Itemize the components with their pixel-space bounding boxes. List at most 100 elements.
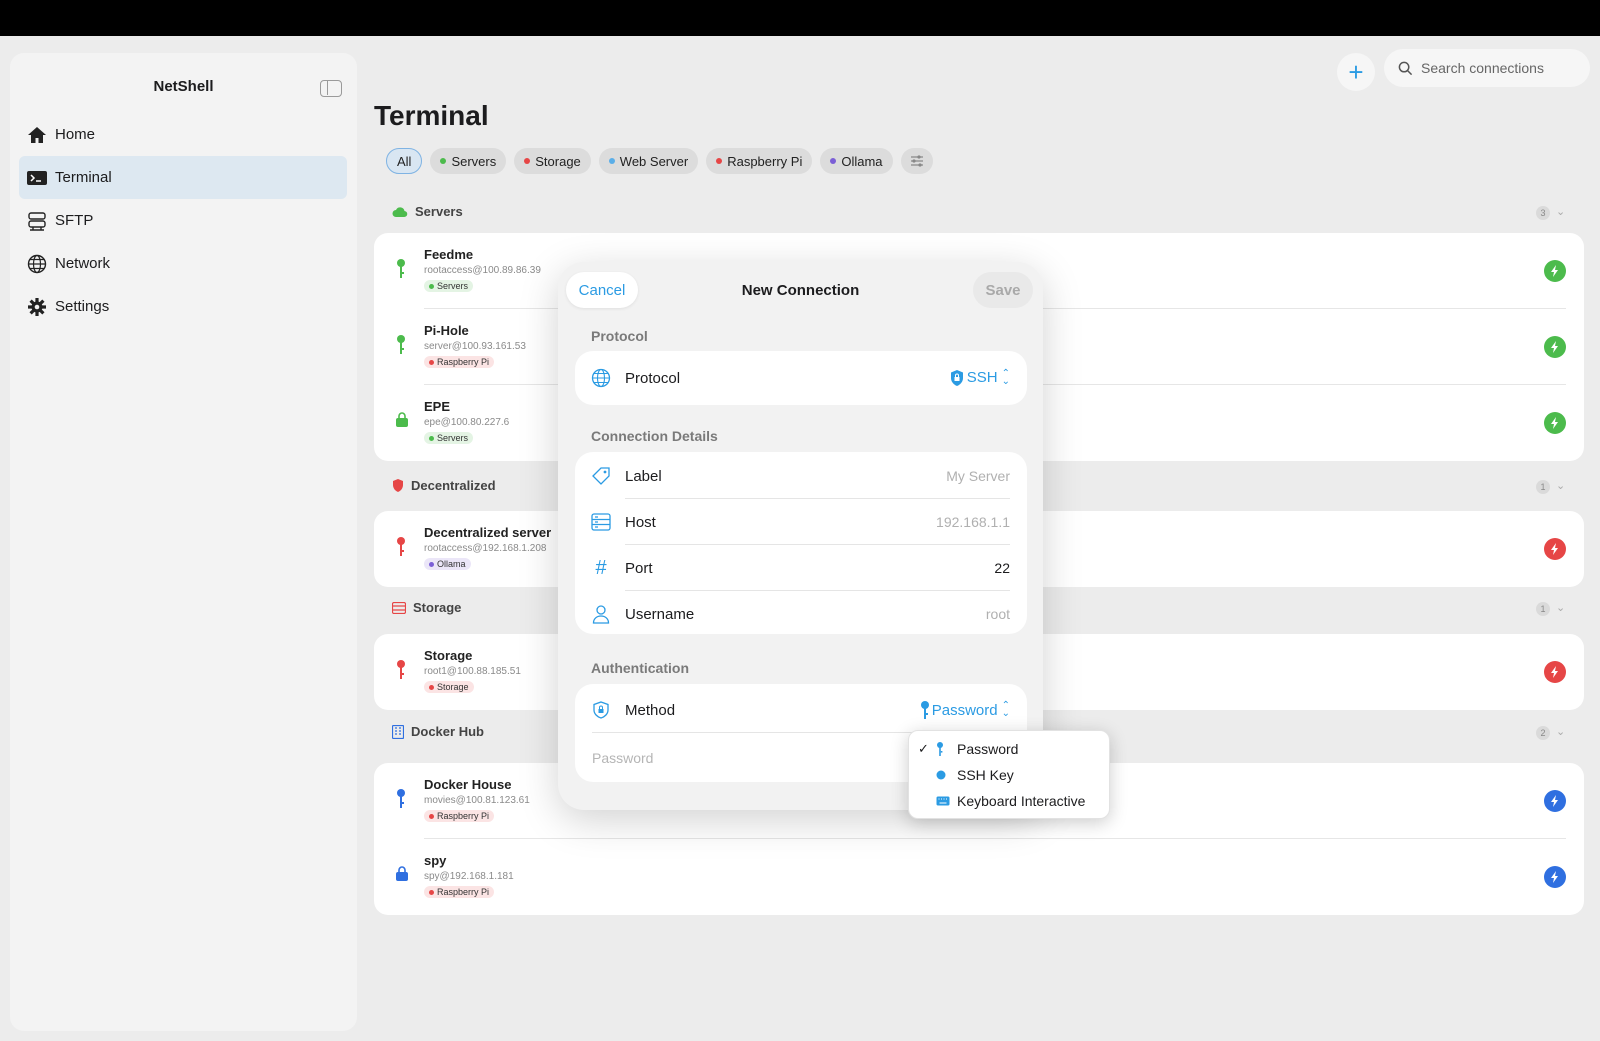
host-field[interactable]: Host 192.168.1.1: [575, 499, 1027, 545]
section-header-decentralized[interactable]: Decentralized: [392, 478, 496, 493]
chevron-down-icon[interactable]: ⌄: [1556, 479, 1565, 492]
label-input[interactable]: My Server: [946, 468, 1010, 484]
section-header-servers[interactable]: Servers: [392, 204, 463, 219]
menu-item-ssh-key[interactable]: SSH Key: [909, 762, 1109, 788]
filter-options-button[interactable]: [900, 148, 933, 174]
filter-chip-all[interactable]: All: [386, 148, 423, 174]
gear-icon: [27, 297, 47, 317]
filter-chip-storage[interactable]: Storage: [514, 148, 591, 174]
section-header-docker-hub[interactable]: Docker Hub: [392, 724, 484, 739]
key-icon: [396, 537, 406, 562]
connect-bolt-icon[interactable]: [1544, 790, 1566, 812]
connect-bolt-icon[interactable]: [1544, 866, 1566, 888]
filter-chip-servers[interactable]: Servers: [430, 148, 507, 174]
connection-row-spy[interactable]: spy spy@192.168.1.181 Raspberry Pi: [374, 839, 1584, 915]
menu-item-password[interactable]: ✓ Password: [909, 736, 1109, 762]
page-title: Terminal: [374, 100, 489, 131]
sidebar-item-terminal[interactable]: Terminal: [19, 156, 347, 199]
section-count: 1: [1536, 602, 1550, 616]
search-icon: [1398, 61, 1413, 75]
connection-name: EPE: [424, 399, 451, 414]
auth-method-menu: ✓ Password SSH Key Keyboard Interactive: [908, 730, 1110, 819]
number-sign-icon: #: [595, 556, 607, 579]
house-icon: [27, 125, 47, 145]
sliders-icon: [910, 155, 923, 167]
sidebar-nav: Home Terminal SFTP Network Settings: [19, 113, 347, 328]
connect-bolt-icon[interactable]: [1544, 260, 1566, 282]
sidebar-item-settings[interactable]: Settings: [19, 285, 347, 328]
sidebar-item-home[interactable]: Home: [19, 113, 347, 156]
username-field[interactable]: Username root: [575, 591, 1027, 637]
connection-address: epe@100.80.227.6: [424, 417, 510, 428]
field-label: Protocol: [625, 370, 681, 387]
sidebar-item-sftp[interactable]: SFTP: [19, 199, 347, 242]
new-connection-dialog: Cancel New Connection Save Protocol Prot…: [558, 262, 1043, 810]
chevron-updown-icon: ⌃ ⌄: [1001, 367, 1010, 387]
connection-name: Pi-Hole: [424, 323, 469, 338]
sidebar-item-label: Settings: [55, 298, 110, 315]
filter-chips: All Servers Storage Web Server Raspberry…: [386, 148, 933, 174]
chevron-down-icon[interactable]: ⌄: [1556, 725, 1565, 738]
port-input[interactable]: 22: [994, 560, 1010, 576]
connection-address: spy@192.168.1.181: [424, 871, 514, 882]
field-label: Host: [625, 514, 656, 531]
filter-chip-ollama[interactable]: Ollama: [820, 148, 893, 174]
connection-tag: Raspberry Pi: [424, 810, 495, 822]
connection-address: rootaccess@100.89.86.39: [424, 265, 541, 276]
connect-bolt-icon[interactable]: [1544, 412, 1566, 434]
sidebar-item-label: Network: [55, 255, 111, 272]
save-button[interactable]: Save: [973, 272, 1033, 308]
checkmark-icon: ✓: [918, 741, 929, 756]
chevron-down-icon[interactable]: ⌄: [1556, 601, 1565, 614]
group-label-protocol: Protocol: [591, 328, 648, 344]
connection-name: Decentralized server: [424, 525, 552, 540]
color-dot: [524, 158, 531, 164]
host-input[interactable]: 192.168.1.1: [936, 514, 1010, 530]
sidebar-item-label: Home: [55, 126, 96, 143]
add-connection-button[interactable]: +: [1337, 53, 1375, 91]
filter-chip-raspberry-pi[interactable]: Raspberry Pi: [706, 148, 813, 174]
plus-icon: +: [1348, 57, 1364, 87]
connection-details-group: Label My Server Host 192.168.1.1 # Port …: [575, 452, 1027, 634]
connect-bolt-icon[interactable]: [1544, 538, 1566, 560]
sidebar-item-network[interactable]: Network: [19, 242, 347, 285]
shield-lock-icon: [591, 700, 611, 720]
port-field[interactable]: # Port 22: [575, 545, 1027, 591]
color-dot: [608, 158, 615, 164]
connection-address: movies@100.81.123.61: [424, 795, 530, 806]
app-title: NetShell: [153, 78, 214, 95]
menu-item-keyboard-interactive[interactable]: Keyboard Interactive: [909, 788, 1109, 814]
method-select[interactable]: Password ⌃ ⌄: [920, 701, 1010, 719]
group-label-authentication: Authentication: [591, 660, 689, 676]
method-field[interactable]: Method Password ⌃ ⌄: [575, 687, 1027, 733]
connection-address: rootaccess@192.168.1.208: [424, 543, 547, 554]
ssh-key-icon: [936, 770, 946, 780]
password-input[interactable]: Password: [592, 750, 653, 766]
connection-tag: Ollama: [424, 558, 471, 570]
section-count: 2: [1536, 726, 1550, 740]
chevron-down-icon[interactable]: ⌄: [1556, 205, 1565, 218]
field-label: Port: [625, 560, 653, 577]
username-input[interactable]: root: [986, 606, 1010, 622]
sidebar: NetShell Home Terminal SFTP Network Sett…: [10, 53, 357, 1031]
section-header-storage[interactable]: Storage: [392, 600, 461, 615]
cloud-icon: [392, 206, 408, 218]
label-field[interactable]: Label My Server: [575, 453, 1027, 499]
connect-bolt-icon[interactable]: [1544, 661, 1566, 683]
sidebar-toggle-icon[interactable]: [320, 80, 342, 97]
color-dot: [440, 158, 447, 164]
protocol-group: Protocol SSH ⌃ ⌄: [575, 351, 1027, 405]
filter-chip-web-server[interactable]: Web Server: [598, 148, 699, 174]
connection-tag: Raspberry Pi: [424, 886, 495, 898]
server-stack-icon: [27, 211, 47, 231]
connect-bolt-icon[interactable]: [1544, 336, 1566, 358]
protocol-field[interactable]: Protocol SSH ⌃ ⌄: [575, 355, 1027, 401]
globe-icon: [27, 254, 47, 274]
search-input[interactable]: Search connections: [1421, 60, 1544, 76]
search-field[interactable]: Search connections: [1384, 49, 1590, 87]
sidebar-item-label: Terminal: [55, 169, 112, 186]
protocol-select[interactable]: SSH ⌃ ⌄: [950, 367, 1010, 387]
connection-address: root1@100.88.185.51: [424, 666, 521, 677]
key-icon: [936, 742, 944, 756]
keyboard-icon: [936, 796, 950, 806]
